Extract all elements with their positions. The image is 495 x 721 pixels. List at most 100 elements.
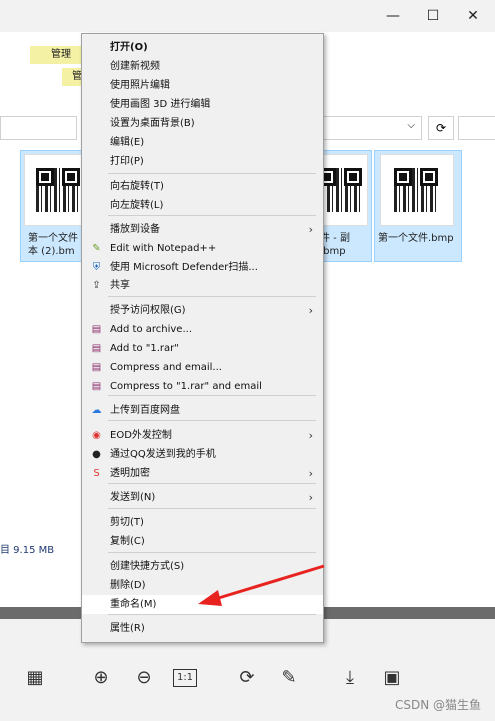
menu-item[interactable]: S 透明加密 ›: [82, 464, 323, 483]
baidu-netdisk-icon: ☁: [91, 405, 102, 416]
share-icon: ⇪: [92, 280, 101, 291]
qr-scan-icon[interactable]: ▣: [379, 665, 405, 691]
menu-item-label: 发送到(N): [110, 492, 156, 503]
qr-code-image: [318, 168, 362, 212]
menu-item[interactable]: ● 通过QQ发送到我的手机: [82, 445, 323, 464]
notepadpp-icon: ✎: [92, 243, 101, 254]
search-box[interactable]: [458, 116, 495, 140]
menu-item[interactable]: 复制(C): [82, 532, 323, 551]
actual-size-icon[interactable]: 1:1: [173, 669, 197, 687]
maximize-button[interactable]: ☐: [418, 4, 448, 28]
qr-code-image: [36, 168, 80, 212]
menu-item-label: 删除(D): [110, 580, 146, 591]
defender-icon: ⛨: [92, 262, 101, 273]
chevron-down-icon[interactable]: ⌵: [407, 120, 415, 131]
menu-item-label: 向右旋转(T): [110, 181, 164, 192]
menu-item-label: 使用画图 3D 进行编辑: [110, 99, 211, 110]
watermark: CSDN @猫生鱼: [394, 698, 481, 712]
menu-item[interactable]: 打印(P): [82, 152, 323, 171]
encrypt-icon: S: [93, 468, 100, 479]
menu-item[interactable]: ☁ 上传到百度网盘: [82, 401, 323, 420]
menu-item-label: 剪切(T): [110, 517, 144, 528]
context-menu: 打开(O) 创建新视频使用照片编辑使用画图 3D 进行编辑 设置为桌面背景(B) 编辑…: [81, 33, 324, 643]
close-button[interactable]: ✕: [458, 4, 488, 28]
menu-item[interactable]: ✎ Edit with Notepad++: [82, 239, 323, 258]
menu-item[interactable]: ▤ Compress and email...: [82, 358, 323, 377]
menu-item-label: 播放到设备: [110, 224, 160, 235]
menu-item[interactable]: ▤ Add to archive...: [82, 320, 323, 339]
winrar-icon: ▤: [91, 343, 102, 354]
menu-item[interactable]: 编辑(E): [82, 133, 323, 152]
viewer-titlebar: — ☐ ✕: [0, 0, 495, 32]
menu-item[interactable]: ▤ Compress to "1.rar" and email: [82, 377, 323, 396]
menu-separator: [108, 552, 316, 553]
rotate-icon[interactable]: ⟳: [234, 665, 260, 691]
address-bar[interactable]: [0, 116, 77, 140]
red-arrow-annotation: [198, 564, 325, 606]
file-name: 件 - 副 .bmp: [320, 233, 350, 257]
menu-item[interactable]: ◉ EOD外发控制 ›: [82, 426, 323, 445]
qr-code-image: [394, 168, 438, 212]
chevron-right-icon: ›: [308, 304, 313, 317]
menu-item-label: 属性(R): [110, 623, 145, 634]
qq-icon: ●: [92, 449, 101, 460]
chevron-right-icon: ›: [308, 223, 313, 236]
menu-item-label: 重命名(M): [110, 599, 157, 610]
chevron-right-icon: ›: [308, 467, 313, 480]
menu-item-label: 创建新视频: [110, 61, 160, 72]
menu-item[interactable]: 打开(O): [82, 38, 323, 57]
menu-separator: [108, 483, 316, 484]
menu-item[interactable]: 使用画图 3D 进行编辑: [82, 95, 323, 114]
menu-item[interactable]: 属性(R): [82, 619, 323, 638]
menu-item-label: 复制(C): [110, 536, 145, 547]
menu-separator: [108, 395, 316, 396]
menu-item[interactable]: ⇪ 共享: [82, 276, 323, 295]
menu-item-label: 通过QQ发送到我的手机: [110, 449, 216, 460]
menu-item-label: Compress to "1.rar" and email: [110, 381, 262, 392]
menu-item-label: 设置为桌面背景(B): [110, 118, 195, 129]
menu-item[interactable]: ⛨ 使用 Microsoft Defender扫描...: [82, 258, 323, 277]
menu-item-label: Compress and email...: [110, 362, 222, 373]
refresh-button[interactable]: ⟳: [428, 116, 454, 140]
menu-separator: [108, 215, 316, 216]
menu-item[interactable]: ▤ Add to "1.rar": [82, 339, 323, 358]
menu-item-label: 透明加密: [110, 468, 150, 479]
menu-item[interactable]: 授予访问权限(G) ›: [82, 301, 323, 320]
menu-item[interactable]: 向右旋转(T): [82, 177, 323, 196]
download-icon[interactable]: ⤓: [337, 665, 363, 691]
menu-item-label: 上传到百度网盘: [110, 405, 180, 416]
menu-item[interactable]: 剪切(T): [82, 513, 323, 532]
menu-item-label: 编辑(E): [110, 137, 145, 148]
menu-separator: [108, 508, 316, 509]
menu-item-label: Add to archive...: [110, 324, 192, 335]
menu-item[interactable]: 发送到(N) ›: [82, 488, 323, 507]
minimize-button[interactable]: —: [378, 4, 408, 28]
menu-item[interactable]: 播放到设备 ›: [82, 220, 323, 239]
menu-item[interactable]: 向左旋转(L): [82, 196, 323, 215]
menu-separator: [108, 614, 316, 615]
menu-item[interactable]: 设置为桌面背景(B): [82, 114, 323, 133]
grid-view-icon[interactable]: ▦: [22, 665, 48, 691]
status-text: 目 9.15 MB: [0, 545, 55, 556]
eod-icon: ◉: [92, 430, 101, 441]
menu-item-label: 打印(P): [110, 156, 144, 167]
file-name: 第一个文件.bmp: [378, 233, 454, 244]
menu-separator: [108, 420, 316, 421]
zoom-out-icon[interactable]: ⊖: [131, 665, 157, 691]
winrar-icon: ▤: [91, 324, 102, 335]
zoom-in-icon[interactable]: ⊕: [88, 665, 114, 691]
menu-item[interactable]: 使用照片编辑: [82, 76, 323, 95]
menu-item-label: 打开(O): [110, 42, 148, 53]
menu-item-label: Edit with Notepad++: [110, 243, 217, 254]
edit-icon[interactable]: ✎: [276, 665, 302, 691]
chevron-right-icon: ›: [308, 429, 313, 442]
menu-item-label: 授予访问权限(G): [110, 305, 186, 316]
menu-separator: [108, 296, 316, 297]
menu-item-label: 向左旋转(L): [110, 200, 164, 211]
file-name: 第一个文件 本 (2).bm: [28, 233, 78, 257]
menu-item-label: 使用 Microsoft Defender扫描...: [110, 262, 258, 273]
menu-item[interactable]: 创建新视频: [82, 57, 323, 76]
chevron-right-icon: ›: [308, 491, 313, 504]
menu-item-label: 使用照片编辑: [110, 80, 170, 91]
address-bar-right[interactable]: ⌵: [322, 116, 422, 140]
